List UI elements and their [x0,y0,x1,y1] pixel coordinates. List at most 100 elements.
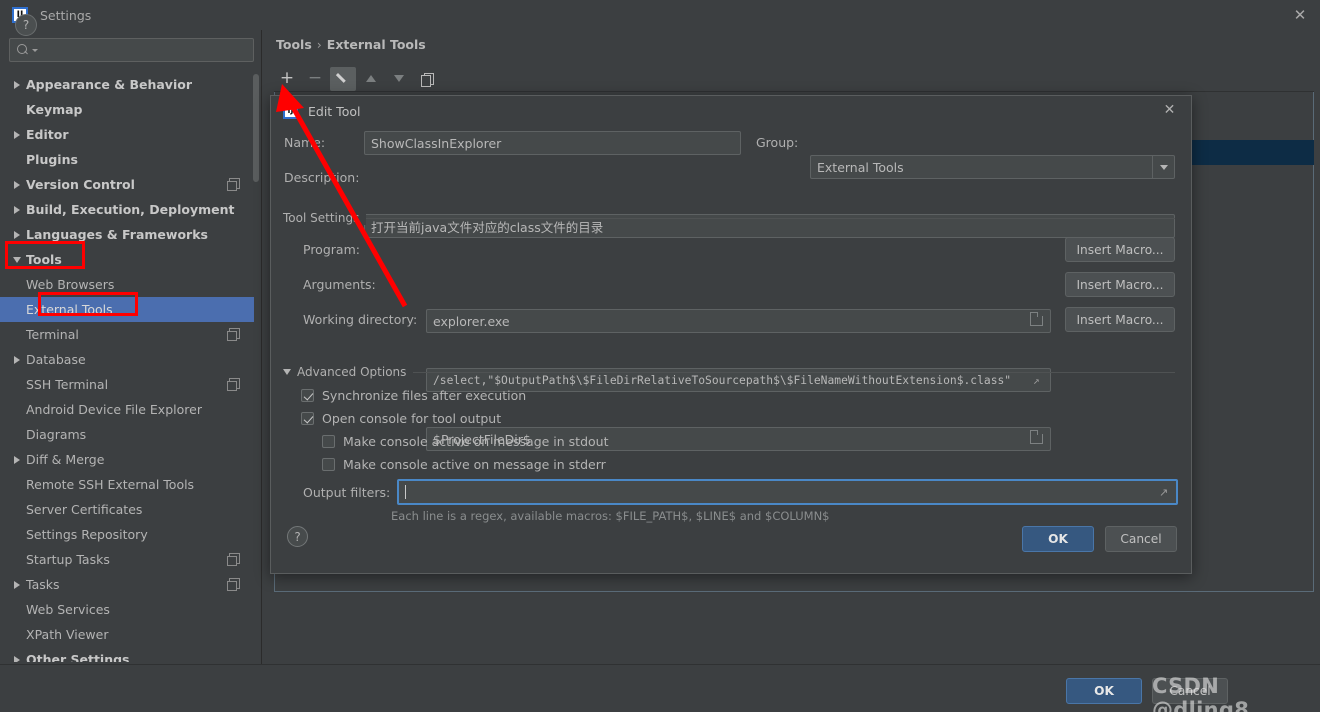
sidebar-item-terminal[interactable]: Terminal [0,322,254,347]
sidebar-item-label: Web Services [26,602,110,617]
advanced-options-label: Advanced Options [297,365,407,379]
group-combobox[interactable]: External Tools [810,155,1175,179]
sidebar-item-label: Version Control [26,177,135,192]
sidebar-item-label: Startup Tasks [26,552,110,567]
sidebar-item-diagrams[interactable]: Diagrams [0,422,254,447]
project-scope-icon [227,553,240,566]
add-tool-button[interactable]: + [274,67,300,91]
sidebar-item-settings-repository[interactable]: Settings Repository [0,522,254,547]
breadcrumb-parent[interactable]: Tools [276,37,312,52]
close-icon[interactable]: ✕ [1292,7,1308,23]
settings-cancel-button[interactable]: Cancel [1152,678,1228,704]
sidebar-item-tools[interactable]: Tools [0,247,254,272]
expand-icon[interactable]: ↗ [1033,375,1044,386]
sidebar-item-label: Web Browsers [26,277,115,292]
project-scope-icon [227,328,240,341]
sidebar-item-label: Tasks [26,577,60,592]
checkbox-synchronize-files[interactable] [301,389,314,402]
sidebar-item-diff-merge[interactable]: Diff & Merge [0,447,254,472]
sidebar-item-label: Tools [26,252,62,267]
search-input[interactable] [9,38,254,62]
edit-tool-button[interactable] [330,66,356,91]
chevron-right-icon[interactable] [10,128,23,141]
chevron-right-icon[interactable] [10,653,23,662]
checkbox-row-synchronize-files[interactable]: Synchronize files after execution [301,388,526,403]
sidebar-item-xpath-viewer[interactable]: XPath Viewer [0,622,254,647]
sidebar-item-label: XPath Viewer [26,627,109,642]
arguments-label-wrap: Arguments: [303,277,376,292]
dialog-ok-button[interactable]: OK [1022,526,1094,552]
sidebar-item-web-services[interactable]: Web Services [0,597,254,622]
sidebar-item-database[interactable]: Database [0,347,254,372]
sidebar-item-plugins[interactable]: Plugins [0,147,254,172]
arrow-up-icon [366,75,376,82]
sidebar-item-appearance-behavior[interactable]: Appearance & Behavior [0,72,254,97]
breadcrumb-current: External Tools [326,37,426,52]
output-filters-field[interactable]: ↗ [397,479,1178,505]
sidebar-item-label: Diagrams [26,427,87,442]
chevron-right-icon[interactable] [10,453,23,466]
sidebar-item-web-browsers[interactable]: Web Browsers [0,272,254,297]
chevron-right-icon[interactable] [10,353,23,366]
sidebar-item-tasks[interactable]: Tasks [0,572,254,597]
dialog-help-button[interactable]: ? [287,526,308,547]
copy-tool-button[interactable] [414,67,440,91]
sidebar-item-label: Database [26,352,86,367]
move-down-button[interactable] [386,67,412,91]
sidebar-item-label: Diff & Merge [26,452,105,467]
folder-icon[interactable] [1029,312,1043,326]
intellij-logo-icon: IJ [283,103,298,119]
sidebar-scrollbar[interactable] [253,74,259,182]
sidebar-item-other-settings[interactable]: Other Settings [0,647,254,662]
name-label: Name: [284,135,326,150]
program-field[interactable]: explorer.exe [426,309,1051,333]
arrow-down-icon [394,75,404,82]
folder-icon[interactable] [1029,430,1043,444]
dialog-cancel-button[interactable]: Cancel [1105,526,1177,552]
chevron-down-icon[interactable] [10,253,23,266]
sidebar-item-editor[interactable]: Editor [0,122,254,147]
chevron-right-icon[interactable] [10,578,23,591]
breadcrumb: Tools › External Tools [276,37,426,52]
insert-macro-program-button[interactable]: Insert Macro... [1065,237,1175,262]
chevron-right-icon[interactable] [10,178,23,191]
sidebar-item-label: Android Device File Explorer [26,402,202,417]
chevron-down-icon[interactable] [1152,156,1174,178]
checkbox-row-open-console[interactable]: Open console for tool output [301,411,501,426]
name-field[interactable]: ShowClassInExplorer [364,131,741,155]
checkbox-row-console-active-stderr[interactable]: Make console active on message in stderr [322,457,606,472]
move-up-button[interactable] [358,67,384,91]
sidebar-item-keymap[interactable]: Keymap [0,97,254,122]
insert-macro-working-dir-button[interactable]: Insert Macro... [1065,307,1175,332]
chevron-right-icon[interactable] [10,203,23,216]
dialog-close-icon[interactable]: ✕ [1162,103,1177,118]
checkbox-console-active-stderr[interactable] [322,458,335,471]
insert-macro-arguments-button[interactable]: Insert Macro... [1065,272,1175,297]
chevron-right-icon[interactable] [10,228,23,241]
sidebar-item-server-certificates[interactable]: Server Certificates [0,497,254,522]
checkbox-open-console[interactable] [301,412,314,425]
remove-tool-button[interactable]: − [302,67,328,91]
sidebar-item-label: Build, Execution, Deployment [26,202,235,217]
settings-sidebar: Appearance & Behavior Keymap Editor Plugins… [0,30,262,664]
sidebar-item-build-execution-deployment[interactable]: Build, Execution, Deployment [0,197,254,222]
settings-ok-button[interactable]: OK [1066,678,1142,704]
sidebar-item-startup-tasks[interactable]: Startup Tasks [0,547,254,572]
program-value: explorer.exe [433,313,510,329]
sidebar-item-label: Plugins [26,152,78,167]
sidebar-item-remote-ssh-external-tools[interactable]: Remote SSH External Tools [0,472,254,497]
sidebar-item-external-tools[interactable]: External Tools [0,297,254,322]
checkbox-row-console-active-stdout[interactable]: Make console active on message in stdout [322,434,609,449]
sidebar-item-android-device-file-explorer[interactable]: Android Device File Explorer [0,397,254,422]
chevron-right-icon[interactable] [10,78,23,91]
settings-help-button[interactable]: ? [15,14,37,36]
advanced-options-header[interactable]: Advanced Options [283,365,414,379]
sidebar-item-languages-frameworks[interactable]: Languages & Frameworks [0,222,254,247]
checkbox-console-active-stdout[interactable] [322,435,335,448]
sidebar-item-version-control[interactable]: Version Control [0,172,254,197]
sidebar-item-label: Editor [26,127,69,142]
sidebar-item-ssh-terminal[interactable]: SSH Terminal [0,372,254,397]
expand-icon[interactable]: ↗ [1159,487,1170,498]
working-dir-label-wrap: Working directory: [303,312,417,327]
project-scope-icon [227,578,240,591]
